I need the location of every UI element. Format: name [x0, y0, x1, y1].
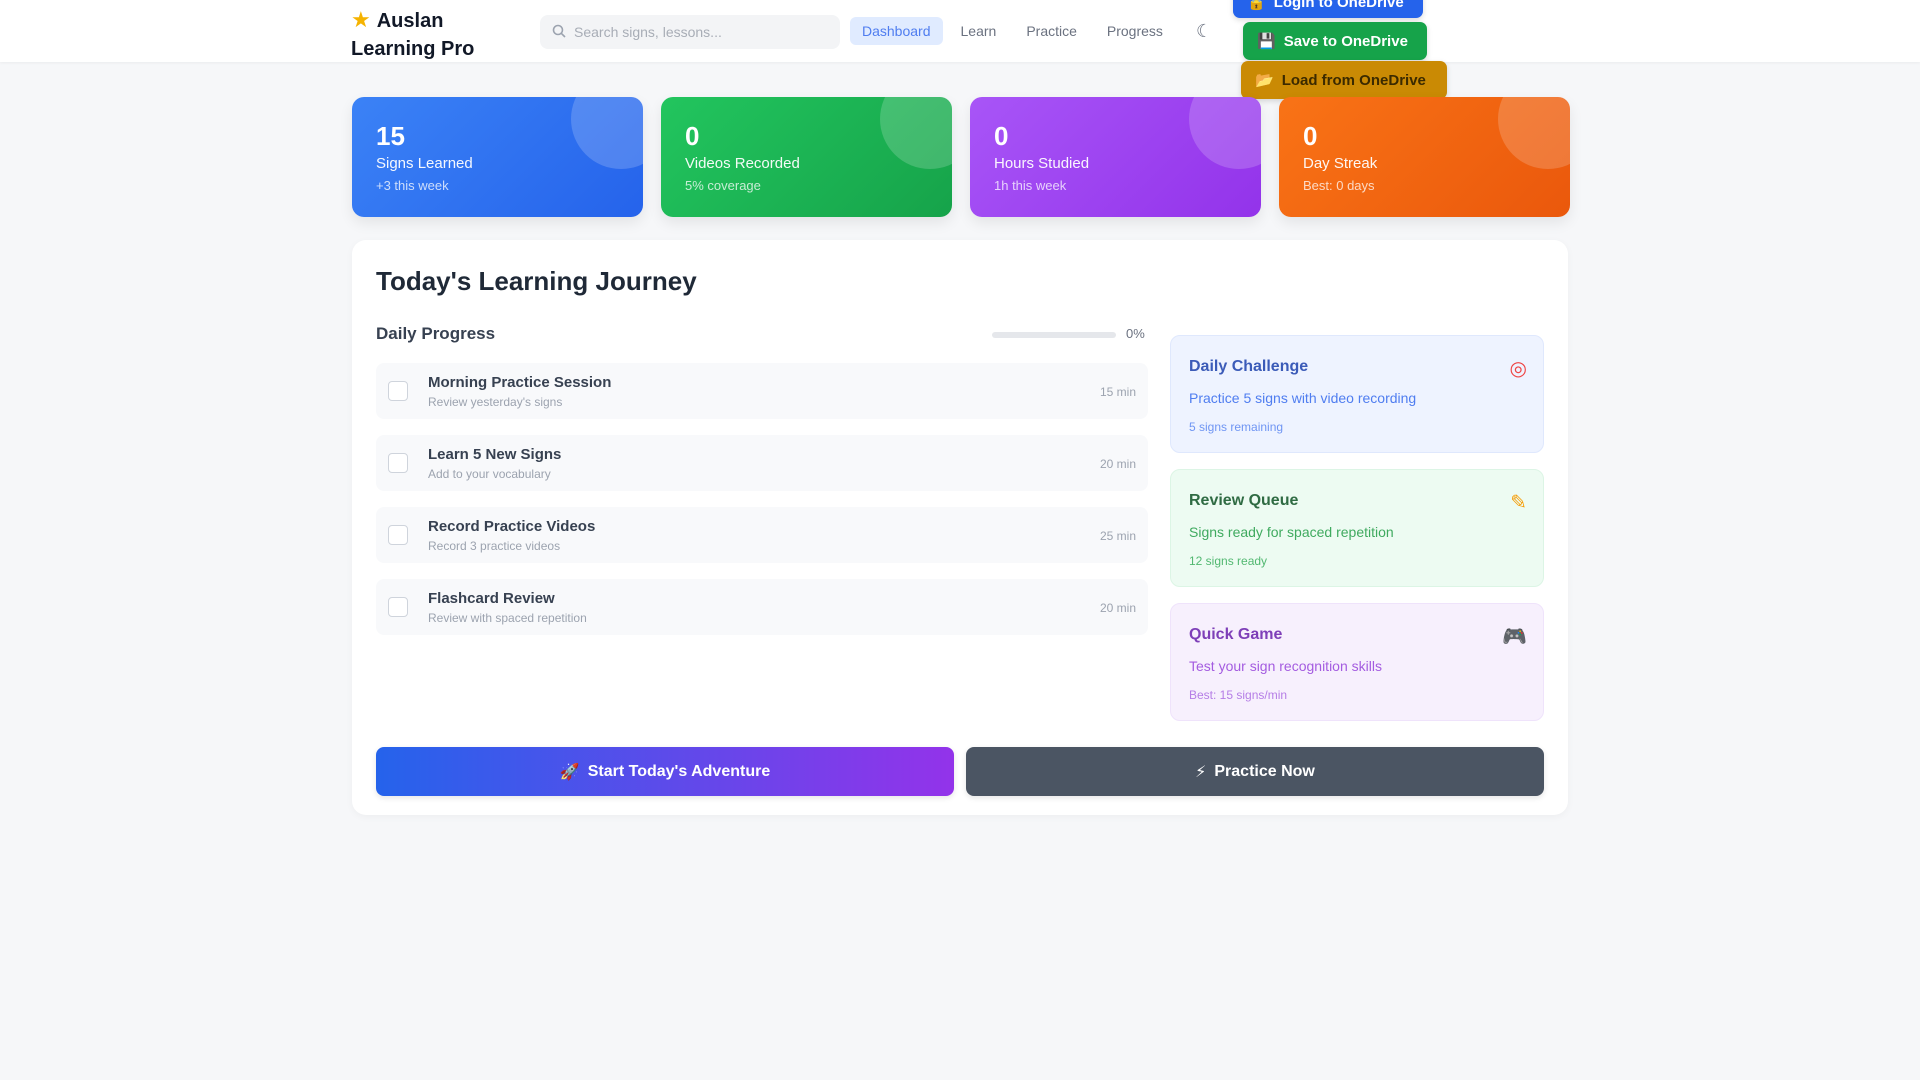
card-title: Review Queue [1189, 492, 1299, 509]
stat-value: 0 [1303, 121, 1318, 151]
card-meta: 5 signs remaining [1189, 420, 1284, 434]
task-title: Record Practice Videos [428, 517, 596, 535]
onedrive-load-button[interactable]: 📂 Load from OneDrive [1241, 61, 1447, 99]
onedrive-login-button[interactable]: 🔒 Login to OneDrive [1233, 0, 1423, 18]
card-meta: 12 signs ready [1189, 554, 1268, 568]
journey-title: Today's Learning Journey [376, 266, 697, 296]
task-checkbox[interactable] [388, 525, 408, 545]
main-nav: Dashboard Learn Practice Progress [850, 17, 1175, 45]
lightning-icon: ⚡ [1195, 763, 1207, 781]
stat-card-videos-recorded[interactable]: 0 Videos Recorded 5% coverage [661, 97, 952, 217]
task-duration: 15 min [1099, 385, 1136, 399]
task-subtitle: Review with spaced repetition [428, 610, 587, 625]
stat-card-hours-studied[interactable]: 0 Hours Studied 1h this week [970, 97, 1261, 217]
top-header: ★Auslan Learning Pro Dashboard Learn Pra… [0, 0, 1920, 62]
task-subtitle: Add to your vocabulary [428, 466, 551, 481]
task-checkbox[interactable] [388, 453, 408, 473]
star-icon: ★ [351, 7, 371, 32]
review-queue-card[interactable]: Review Queue Signs ready for spaced repe… [1170, 469, 1544, 587]
start-adventure-label: Start Today's Adventure [587, 762, 771, 780]
task-subtitle: Record 3 practice videos [428, 538, 561, 553]
side-cards: Daily Challenge Practice 5 signs with vi… [1170, 335, 1544, 737]
onedrive-login-label: Login to OneDrive [1273, 0, 1404, 11]
task-duration: 20 min [1099, 457, 1136, 471]
task-checkbox[interactable] [388, 597, 408, 617]
folder-icon: 📂 [1255, 72, 1274, 89]
search-input[interactable] [574, 24, 824, 40]
card-meta: Best: 15 signs/min [1189, 688, 1288, 702]
tab-progress[interactable]: Progress [1095, 17, 1175, 45]
task-item[interactable]: Morning Practice Session Review yesterda… [376, 363, 1148, 419]
task-title: Morning Practice Session [428, 373, 612, 391]
stat-card-signs-learned[interactable]: 15 Signs Learned +3 this week [352, 97, 643, 217]
lock-icon: 🔒 [1247, 0, 1266, 11]
task-item[interactable]: Record Practice Videos Record 3 practice… [376, 507, 1148, 563]
search-icon [552, 24, 566, 41]
task-duration: 20 min [1099, 601, 1136, 615]
task-subtitle: Review yesterday's signs [428, 394, 563, 409]
search-box[interactable] [540, 15, 840, 49]
rocket-icon: 🚀 [559, 763, 580, 781]
stat-label: Signs Learned [376, 155, 473, 172]
stat-sub: Best: 0 days [1303, 178, 1375, 193]
onedrive-save-label: Save to OneDrive [1283, 32, 1408, 50]
card-description: Test your sign recognition skills [1189, 658, 1382, 674]
tab-learn[interactable]: Learn [949, 17, 1009, 45]
start-adventure-button[interactable]: 🚀 Start Today's Adventure [376, 747, 954, 796]
brand-name-line2: Learning Pro [351, 38, 475, 60]
task-checkbox[interactable] [388, 381, 408, 401]
stat-value: 15 [376, 121, 405, 151]
task-item[interactable]: Learn 5 New Signs Add to your vocabulary… [376, 435, 1148, 491]
daily-challenge-card[interactable]: Daily Challenge Practice 5 signs with vi… [1170, 335, 1544, 453]
onedrive-load-label: Load from OneDrive [1281, 71, 1426, 89]
onedrive-save-button[interactable]: 💾 Save to OneDrive [1243, 22, 1427, 60]
stats-row: 15 Signs Learned +3 this week 0 Videos R… [352, 97, 1570, 217]
task-title: Flashcard Review [428, 589, 555, 607]
card-description: Practice 5 signs with video recording [1189, 390, 1417, 406]
gamepad-icon: 🎮 [1502, 626, 1527, 648]
card-title: Quick Game [1189, 626, 1283, 643]
task-list: Morning Practice Session Review yesterda… [376, 363, 1148, 651]
stat-value: 0 [685, 121, 700, 151]
pencil-icon: ✎ [1510, 492, 1527, 514]
practice-now-label: Practice Now [1214, 762, 1315, 780]
stat-card-day-streak[interactable]: 0 Day Streak Best: 0 days [1279, 97, 1570, 217]
target-icon: ◎ [1509, 358, 1527, 380]
card-description: Signs ready for spaced repetition [1189, 524, 1394, 540]
save-icon: 💾 [1257, 33, 1276, 50]
stat-label: Hours Studied [994, 155, 1090, 172]
tab-practice[interactable]: Practice [1014, 17, 1089, 45]
stat-sub: +3 this week [376, 178, 449, 193]
brand-name-line1: Auslan [376, 10, 444, 32]
card-title: Daily Challenge [1189, 358, 1309, 375]
task-title: Learn 5 New Signs [428, 445, 562, 463]
learning-journey-panel: Today's Learning Journey Daily Progress … [352, 240, 1568, 815]
task-duration: 25 min [1099, 529, 1136, 543]
task-item[interactable]: Flashcard Review Review with spaced repe… [376, 579, 1148, 635]
practice-now-button[interactable]: ⚡ Practice Now [966, 747, 1544, 796]
brand-logo[interactable]: ★ Auslan Learning Pro [351, 6, 491, 63]
stat-label: Videos Recorded [685, 155, 800, 172]
stat-value: 0 [994, 121, 1009, 151]
daily-progress-percent: 0% [1126, 326, 1145, 341]
daily-progress-bar [992, 332, 1116, 338]
daily-progress-title: Daily Progress [376, 324, 496, 343]
moon-icon[interactable]: ☾ [1196, 21, 1212, 42]
tab-dashboard[interactable]: Dashboard [850, 17, 943, 45]
stat-label: Day Streak [1303, 155, 1378, 172]
stat-sub: 5% coverage [685, 178, 761, 193]
stat-sub: 1h this week [994, 178, 1067, 193]
quick-game-card[interactable]: Quick Game Test your sign recognition sk… [1170, 603, 1544, 721]
